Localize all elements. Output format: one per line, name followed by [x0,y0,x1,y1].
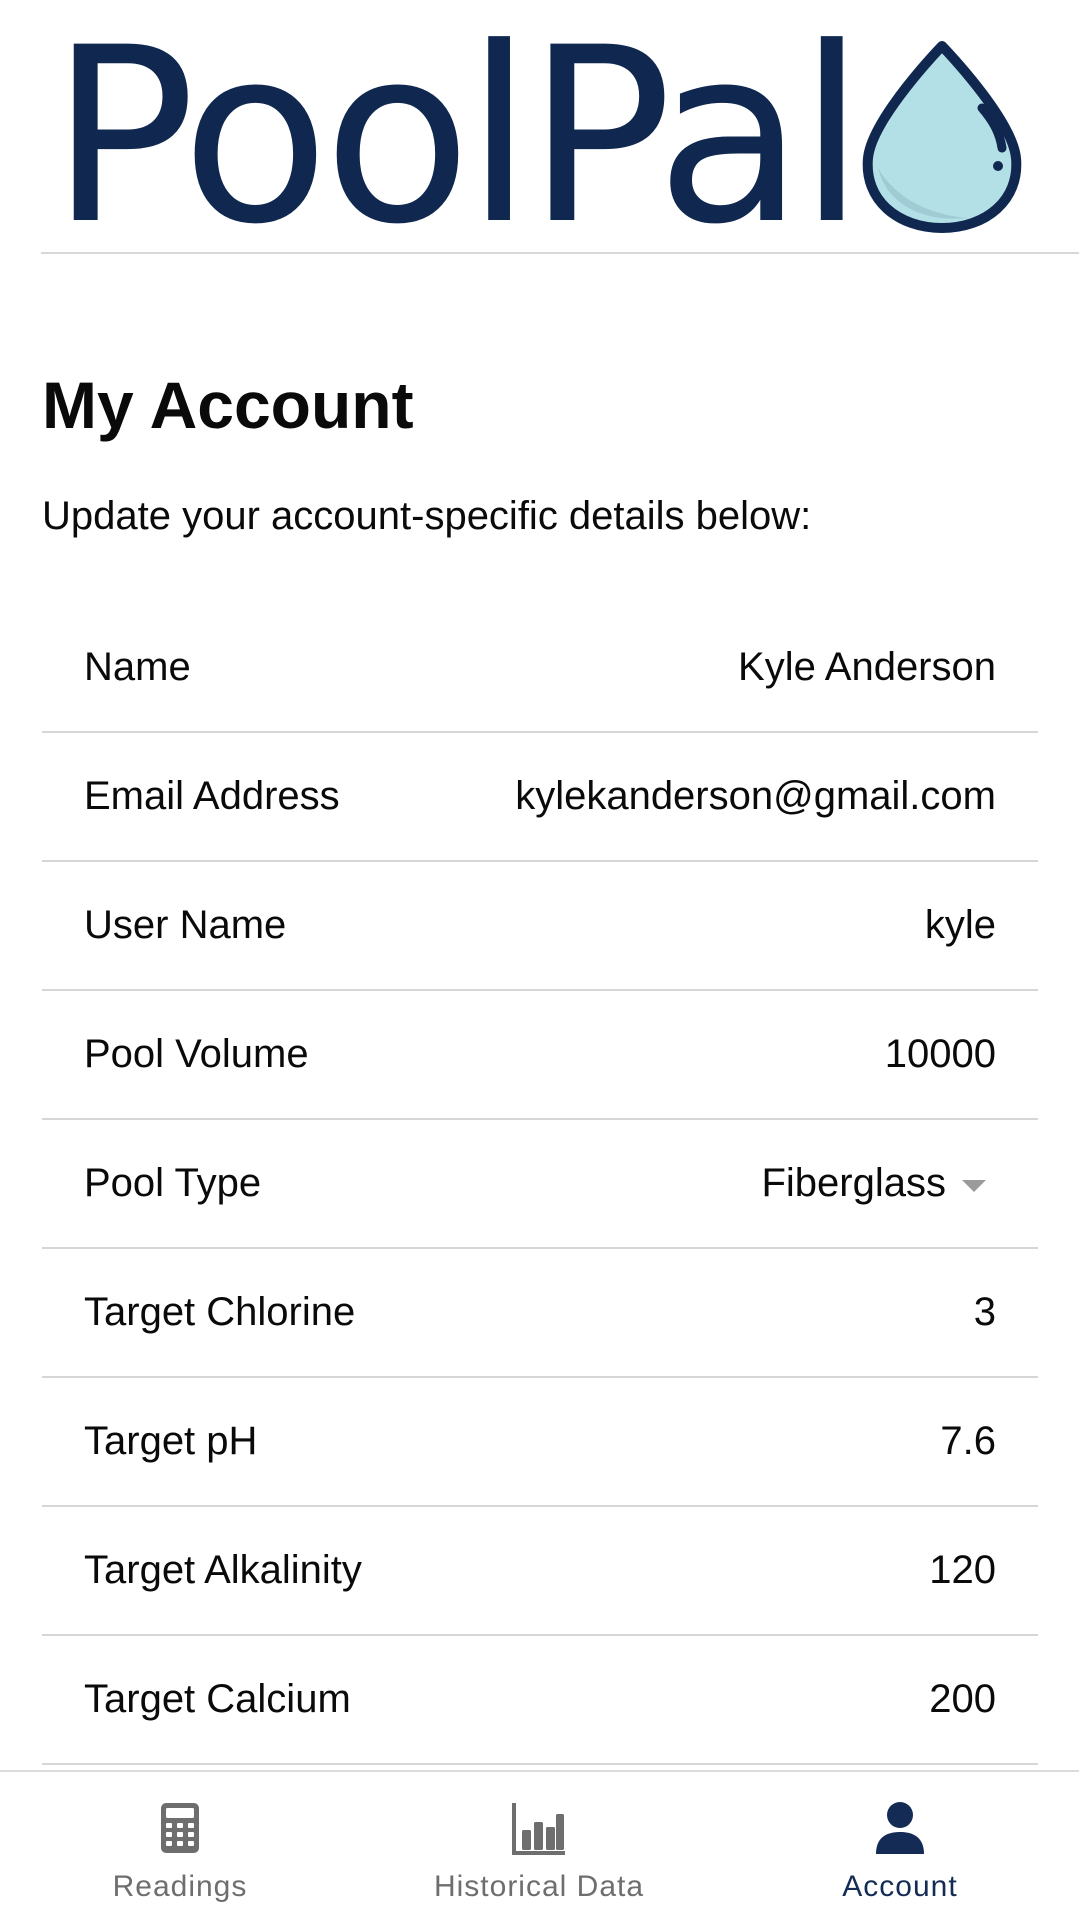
setting-label: Pool Volume [84,1032,309,1076]
pool-type-select[interactable]: Fiberglass [761,1161,996,1206]
person-icon [870,1798,930,1858]
setting-row-pool-type[interactable]: Pool Type Fiberglass [42,1120,1038,1249]
setting-row-target-chlorine[interactable]: Target Chlorine 3 [42,1249,1038,1378]
setting-label: Target Chlorine [84,1290,356,1334]
page-title: My Account [42,368,414,442]
target-ph-field[interactable]: 7.6 [940,1419,996,1464]
tab-historical-data[interactable]: Historical Data [412,1772,666,1921]
bottom-tab-bar: Readings Historical Data Account [0,1770,1079,1921]
calculator-icon [150,1798,210,1858]
logo-text: PoolPal [50,0,865,278]
setting-label: User Name [84,903,287,947]
pool-volume-field[interactable]: 10000 [885,1032,996,1077]
setting-label: Email Address [84,774,340,818]
tab-readings[interactable]: Readings [80,1772,280,1921]
target-chlorine-field[interactable]: 3 [974,1290,996,1335]
tab-account[interactable]: Account [800,1772,1000,1921]
setting-label: Name [84,645,191,689]
setting-row-target-ph[interactable]: Target pH 7.6 [42,1378,1038,1507]
name-field[interactable]: Kyle Anderson [738,645,996,690]
email-field[interactable]: kylekanderson@gmail.com [515,774,996,819]
bar-chart-icon [509,1798,569,1858]
pool-type-selected-value: Fiberglass [761,1161,946,1205]
tab-label: Readings [112,1870,248,1903]
username-field[interactable]: kyle [925,903,996,948]
setting-row-pool-volume[interactable]: Pool Volume 10000 [42,991,1038,1120]
chevron-down-icon [962,1179,986,1192]
app-logo: PoolPal [50,16,865,258]
setting-row-username[interactable]: User Name kyle [42,862,1038,991]
target-alkalinity-field[interactable]: 120 [929,1548,996,1593]
setting-row-name[interactable]: Name Kyle Anderson [42,604,1038,733]
account-settings-list: Name Kyle Anderson Email Address kylekan… [42,604,1038,1765]
app-header: PoolPal [0,0,1079,258]
water-drop-icon [862,41,1022,233]
header-divider [41,252,1079,254]
setting-row-email[interactable]: Email Address kylekanderson@gmail.com [42,733,1038,862]
setting-label: Pool Type [84,1161,262,1205]
setting-label: Target Calcium [84,1677,351,1721]
target-calcium-field[interactable]: 200 [929,1677,996,1722]
setting-row-target-calcium[interactable]: Target Calcium 200 [42,1636,1038,1765]
setting-row-target-alkalinity[interactable]: Target Alkalinity 120 [42,1507,1038,1636]
setting-label: Target Alkalinity [84,1548,362,1592]
page-subtitle: Update your account-specific details bel… [42,494,812,538]
setting-label: Target pH [84,1419,258,1463]
tab-label: Account [842,1870,958,1903]
tab-label: Historical Data [433,1870,645,1903]
